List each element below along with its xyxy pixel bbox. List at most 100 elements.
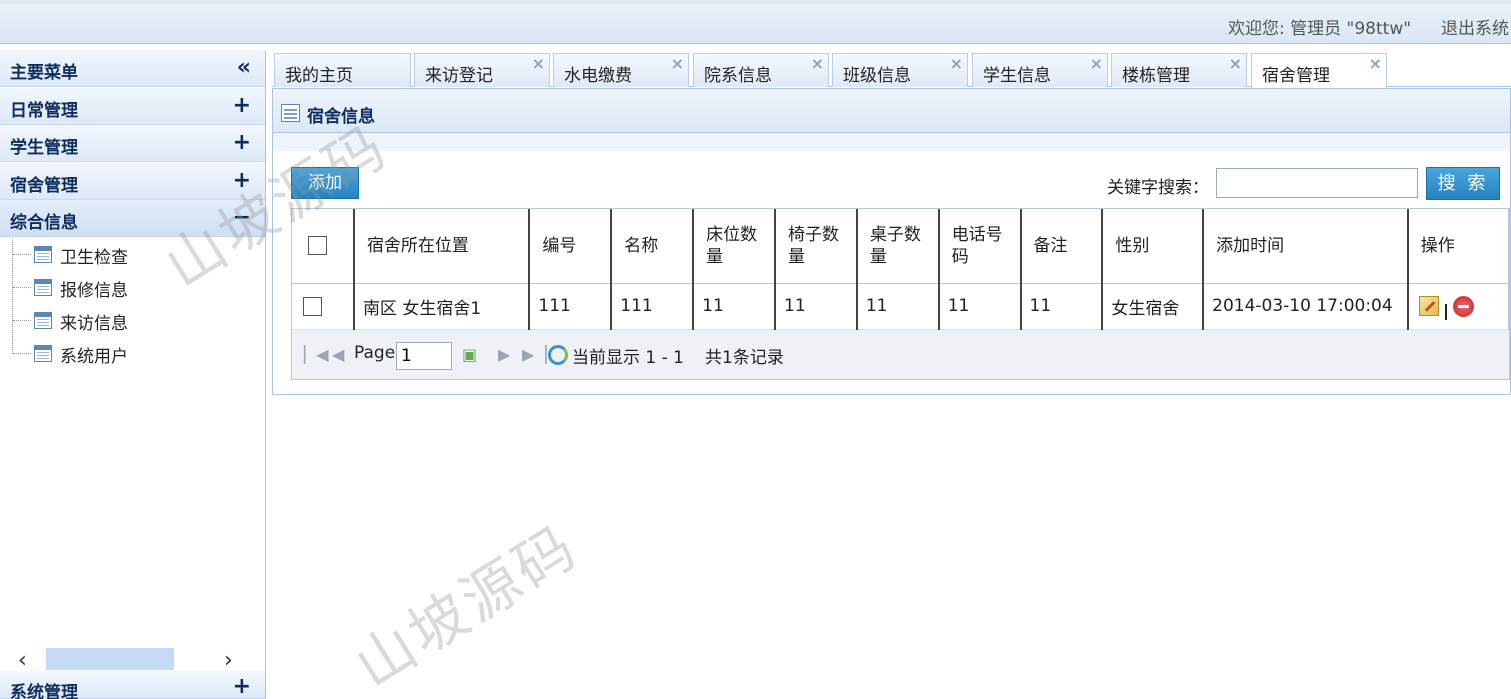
sidebar-section-student[interactable]: 学生管理 + xyxy=(0,125,265,162)
table-icon xyxy=(34,246,52,263)
scroll-left-icon[interactable]: ‹ xyxy=(18,648,27,673)
column-header[interactable]: 添加时间 xyxy=(1203,209,1409,284)
sidebar-item-label: 系统用户 xyxy=(60,347,128,367)
close-icon[interactable]: × xyxy=(671,54,684,73)
watermark: 山坡源码 xyxy=(343,511,590,699)
display-range-text: 当前显示 1 - 1 xyxy=(572,348,684,368)
scroll-thumb[interactable] xyxy=(46,648,174,670)
edit-icon[interactable] xyxy=(1418,296,1439,316)
tab-label: 宿舍管理 xyxy=(1262,66,1330,86)
tab-label: 水电缴费 xyxy=(564,66,632,86)
pagination-bar: ▏◀ ◀ Page ▣ ▶ ▶▕ 当前显示 1 - 1 共1条记录 xyxy=(292,331,1509,379)
refresh-icon[interactable] xyxy=(548,345,568,365)
sidebar-section-info[interactable]: 综合信息 − xyxy=(0,200,265,237)
cell-desks: 11 xyxy=(856,283,940,330)
logout-link[interactable]: 退出系统 xyxy=(1441,14,1509,39)
tab-dorm-manage[interactable]: 宿舍管理 × xyxy=(1251,53,1387,88)
sidebar-horizontal-scrollbar[interactable]: ‹ › xyxy=(0,648,265,673)
first-page-icon[interactable]: ▏◀ xyxy=(304,345,329,364)
tab-department[interactable]: 院系信息 × xyxy=(693,53,829,87)
tree-branch xyxy=(13,320,31,321)
sidebar-section-label: 学生管理 xyxy=(10,138,78,158)
row-checkbox[interactable] xyxy=(303,296,322,316)
last-page-icon[interactable]: ▶▕ xyxy=(522,345,547,364)
panel-title: 宿舍信息 xyxy=(307,107,375,127)
close-icon[interactable]: × xyxy=(532,54,545,73)
table-row[interactable]: 南区 女生宿舍1 111 111 11 11 11 11 11 女生宿舍 201… xyxy=(292,283,1509,330)
sidebar-item-repair[interactable]: 报修信息 xyxy=(10,271,260,304)
delete-icon[interactable] xyxy=(1452,295,1474,317)
sidebar-item-label: 卫生检查 xyxy=(60,248,128,268)
tab-utility[interactable]: 水电缴费 × xyxy=(553,53,689,87)
data-grid: 宿舍所在位置 编号 名称 床位数量 椅子数量 桌子数量 电话号码 备注 性别 添… xyxy=(291,208,1510,380)
column-header[interactable]: 床位数量 xyxy=(693,209,776,284)
search-button[interactable]: 搜 索 xyxy=(1426,167,1500,200)
tab-label: 班级信息 xyxy=(843,66,911,86)
expand-icon: + xyxy=(232,93,251,118)
sidebar-tree: 卫生检查 报修信息 来访信息 系统用户 xyxy=(10,238,260,370)
tree-branch xyxy=(13,254,31,255)
column-header[interactable]: 宿舍所在位置 xyxy=(353,209,531,284)
sidebar: 主要菜单 « 日常管理 + 学生管理 + 宿舍管理 + 综合信息 − 卫生检查 … xyxy=(0,50,266,699)
collapse-icon[interactable]: « xyxy=(237,55,251,80)
go-page-icon[interactable]: ▣ xyxy=(462,345,477,364)
sidebar-item-label: 报修信息 xyxy=(60,281,128,301)
action-separator xyxy=(1444,304,1447,320)
sidebar-item-users[interactable]: 系统用户 xyxy=(10,337,260,370)
tab-bar: 我的主页 来访登记 × 水电缴费 × 院系信息 × 班级信息 × 学生信息 × … xyxy=(272,50,1511,88)
tree-line xyxy=(12,337,13,354)
tab-label: 楼栋管理 xyxy=(1122,66,1190,86)
close-icon[interactable]: × xyxy=(950,54,963,73)
tab-label: 我的主页 xyxy=(285,66,353,86)
top-header: 欢迎您: 管理员 "98ttw" 退出系统 xyxy=(0,0,1511,44)
total-records-text: 共1条记录 xyxy=(705,348,784,368)
expand-icon: + xyxy=(232,674,251,699)
top-strip xyxy=(0,0,1511,4)
column-header[interactable]: 椅子数量 xyxy=(775,209,858,284)
select-all-checkbox[interactable] xyxy=(308,236,327,256)
scroll-right-icon[interactable]: › xyxy=(224,648,233,673)
column-header[interactable]: 桌子数量 xyxy=(856,209,940,284)
sidebar-item-visit[interactable]: 来访信息 xyxy=(10,304,260,337)
sidebar-section-label: 综合信息 xyxy=(10,213,78,233)
select-all-cell xyxy=(292,209,355,284)
expand-icon: + xyxy=(232,168,251,193)
close-icon[interactable]: × xyxy=(1229,54,1242,73)
cell-location: 南区 女生宿舍1 xyxy=(353,283,531,330)
page-number-input[interactable] xyxy=(396,342,452,370)
close-icon[interactable]: × xyxy=(1369,54,1382,73)
prev-page-icon[interactable]: ◀ xyxy=(332,345,344,364)
sidebar-section-system[interactable]: 系统管理 + xyxy=(0,671,265,699)
tab-visit-register[interactable]: 来访登记 × xyxy=(414,53,550,87)
sidebar-title: 主要菜单 xyxy=(10,63,78,83)
close-icon[interactable]: × xyxy=(811,54,824,73)
search-input[interactable] xyxy=(1216,168,1418,198)
column-header[interactable]: 电话号码 xyxy=(938,209,1022,284)
next-page-icon[interactable]: ▶ xyxy=(498,345,510,364)
collapse-section-icon: − xyxy=(232,205,251,230)
tree-branch xyxy=(13,287,31,288)
column-header[interactable]: 备注 xyxy=(1020,209,1104,284)
sidebar-section-daily[interactable]: 日常管理 + xyxy=(0,88,265,125)
tab-building[interactable]: 楼栋管理 × xyxy=(1111,53,1247,87)
sidebar-section-label: 系统管理 xyxy=(10,683,78,699)
table-icon xyxy=(34,312,52,329)
add-button[interactable]: 添加 xyxy=(291,167,359,199)
tab-student[interactable]: 学生信息 × xyxy=(972,53,1108,87)
tab-label: 院系信息 xyxy=(704,66,772,86)
cell-beds: 11 xyxy=(693,283,776,330)
cell-actions xyxy=(1407,283,1509,330)
tab-class[interactable]: 班级信息 × xyxy=(832,53,968,87)
column-header[interactable]: 编号 xyxy=(529,209,613,284)
sidebar-section-dorm[interactable]: 宿舍管理 + xyxy=(0,163,265,200)
tab-home[interactable]: 我的主页 xyxy=(274,53,411,87)
sidebar-item-hygiene[interactable]: 卫生检查 xyxy=(10,238,260,271)
welcome-text: 欢迎您: 管理员 "98ttw" xyxy=(1228,19,1412,39)
search-label: 关键字搜索： xyxy=(1107,178,1209,198)
column-header[interactable]: 名称 xyxy=(611,209,695,284)
tab-label: 来访登记 xyxy=(425,66,493,86)
sidebar-item-label: 来访信息 xyxy=(60,314,128,334)
column-header[interactable]: 性别 xyxy=(1102,209,1205,284)
close-icon[interactable]: × xyxy=(1090,54,1103,73)
table-header-row: 宿舍所在位置 编号 名称 床位数量 椅子数量 桌子数量 电话号码 备注 性别 添… xyxy=(292,209,1509,284)
